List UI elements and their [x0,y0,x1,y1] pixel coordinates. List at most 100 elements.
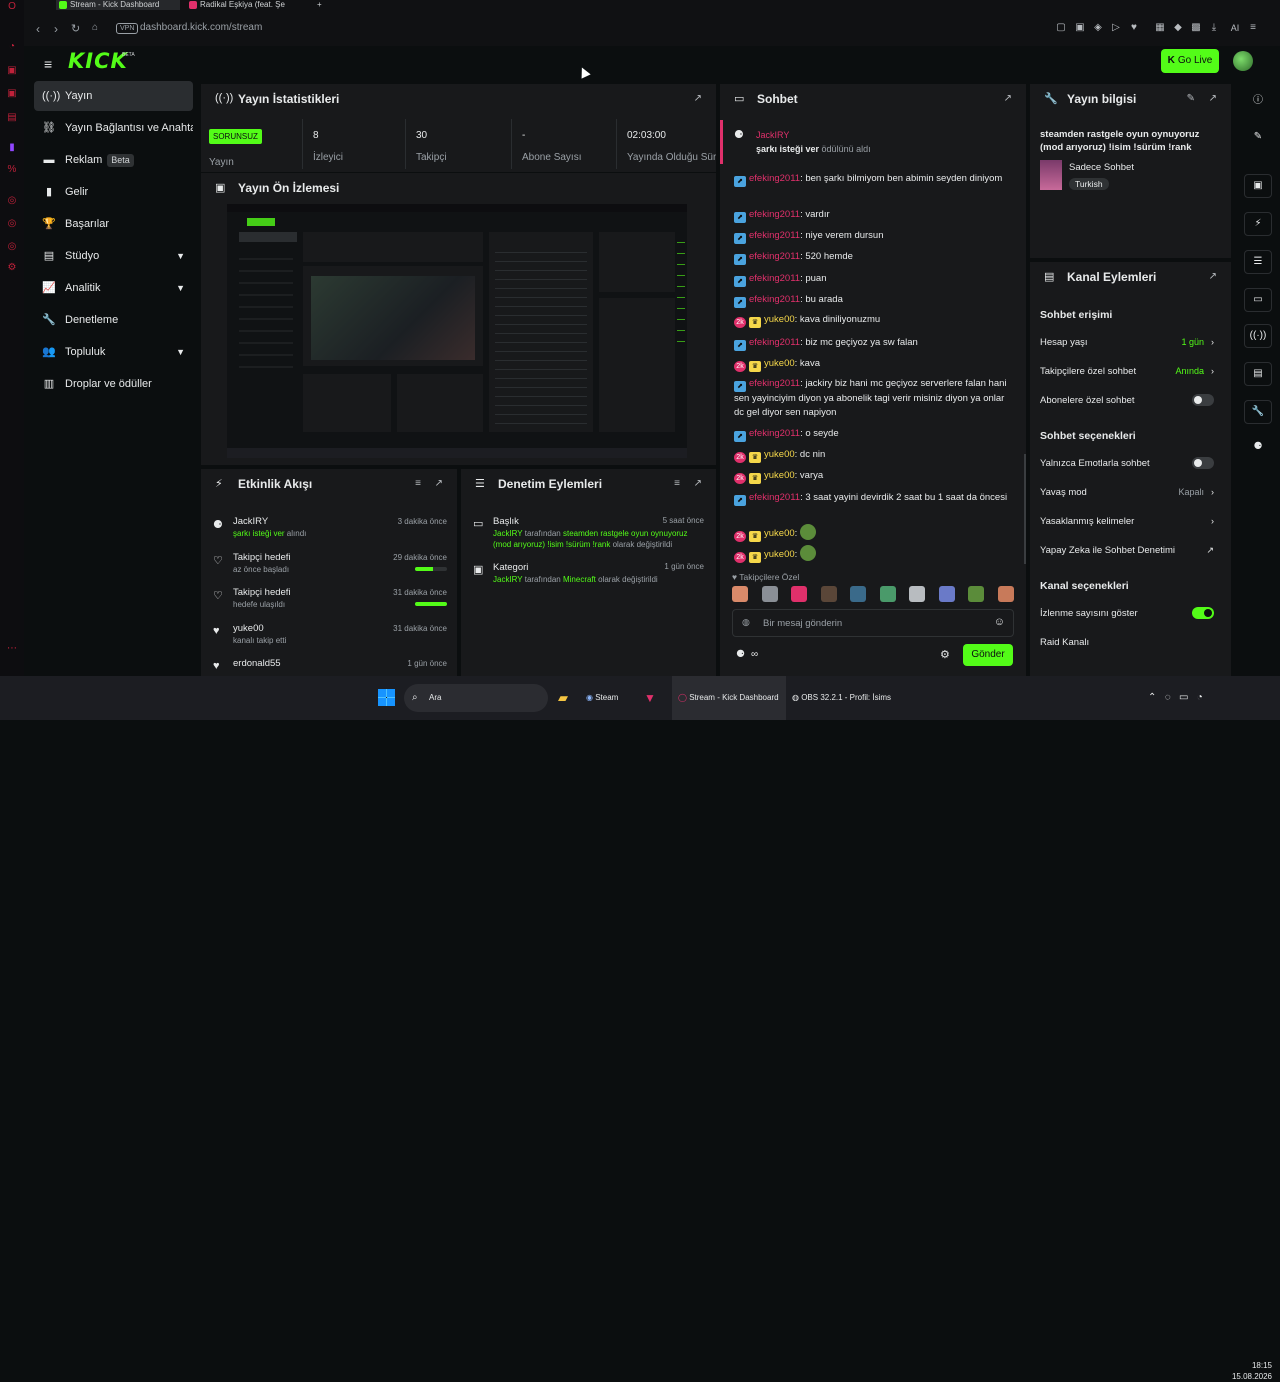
sidebar-item-6[interactable]: 📈 Analitik ▼ [34,273,193,303]
chat-message[interactable]: ⬈ efeking2011: vardır [734,208,1014,223]
chat-user-avatar[interactable] [791,586,807,602]
activity-row[interactable]: ♥ erdonald55 1 gün önce [201,658,457,676]
info-icon[interactable]: ⓘ [1244,90,1272,114]
clock[interactable]: 18:15 15.08.2026 [1220,1360,1272,1382]
chat-message[interactable]: ⬈ efeking2011: 520 hemde [734,250,1014,265]
more-icon[interactable]: ⋯ [7,644,17,654]
sidebar-item-3[interactable]: ▮ Gelir [34,177,193,207]
banned-words-setting[interactable]: Yasaklanmış kelimeler › [1040,516,1220,536]
chat-user-avatar[interactable] [850,586,866,602]
vpn-badge[interactable]: VPN [116,23,139,34]
subs-chat-setting[interactable]: Abonelere özel sohbet [1040,394,1220,415]
menu-icon[interactable]: ≡ [1248,23,1258,33]
extension-icon[interactable]: ◆ [1173,23,1183,33]
chat-input[interactable]: ◍ Bir mesaj gönderin ☺ [732,609,1014,637]
chat-message[interactable]: ⬈ efeking2011: biz mc geçiyoz ya sw falan [734,336,1014,351]
forward-icon[interactable]: › [54,22,58,36]
chat-message[interactable]: 2k ♛ yuke00: varya [734,469,1014,484]
chat-username[interactable]: efeking2011 [749,209,800,220]
chevron-down-icon[interactable]: ▼ [176,241,185,271]
chat-user-avatar[interactable] [761,586,778,602]
chat-user-avatar[interactable] [938,586,955,602]
account-age-setting[interactable]: Hesap yaşı 1 gün › [1040,337,1220,357]
chat-message[interactable]: ⬈ efeking2011: bu arada [734,293,1014,308]
chat-username[interactable]: yuke00 [764,358,795,369]
popout-icon[interactable]: ↗ [1004,93,1012,104]
chevron-down-icon[interactable]: ▼ [176,337,185,367]
stream-icon[interactable]: ((·)) [1244,324,1272,348]
list-icon[interactable]: ☰ [1244,250,1272,274]
extension-icon[interactable]: ▩ [1191,23,1201,33]
chat-username[interactable]: yuke00 [764,449,795,460]
snapshot-icon[interactable]: ▢ [1056,23,1066,33]
chat-message[interactable]: ⬈ efeking2011: puan [734,272,1014,287]
chat-settings-icon[interactable]: ⚙ [940,648,950,661]
sidebar-shortcut-icon[interactable]: ▣ [7,66,17,76]
pinned-user[interactable]: JackIRY [756,130,789,140]
popout-icon[interactable]: ↗ [1209,93,1217,104]
download-icon[interactable]: ⤓ [1209,23,1219,33]
sidebar-item-5[interactable]: ▤ Stüdyo ▼ [34,241,193,271]
windows-start-icon[interactable] [378,676,396,720]
sidebar-shortcut-icon[interactable]: ◎ [7,219,17,229]
chat-user-avatar[interactable] [732,586,748,602]
chat-message[interactable]: ⬈ efeking2011: ben şarkı bilmiyom ben abi… [734,172,1014,187]
sidebar-item-8[interactable]: 👥 Topluluk ▼ [34,337,193,367]
chat-username[interactable]: efeking2011 [749,251,800,262]
filter-icon[interactable]: ≡ [415,478,421,489]
channel-icon[interactable]: ▤ [1244,362,1272,386]
emote-only-toggle[interactable] [1192,457,1214,469]
avatar[interactable] [1233,51,1253,71]
edit-icon[interactable]: ✎ [1187,93,1195,104]
home-icon[interactable]: ⌂ [92,22,98,33]
aria-icon[interactable]: AI [1227,23,1243,33]
back-icon[interactable]: ‹ [36,22,40,36]
reward-icon[interactable]: ⚈ [1244,436,1272,460]
popout-icon[interactable]: ↗ [1209,271,1217,282]
heart-icon[interactable]: ♥ [1129,23,1139,33]
chat-username[interactable]: efeking2011 [749,378,800,389]
followers-chat-setting[interactable]: Takipçilere özel sohbet Anında › [1040,366,1220,386]
sidebar-item-1[interactable]: ⛓ Yayın Bağlantısı ve Anahtarı [34,113,193,143]
go-live-button[interactable]: K Go Live [1161,49,1219,73]
new-tab-button[interactable]: + [314,0,328,10]
raid-channel-setting[interactable]: Raid Kanalı [1040,637,1220,657]
chat-message[interactable]: ⬈ efeking2011: jackiry biz hani mc geçiyo… [734,377,1014,420]
sidebar-shortcut-icon[interactable]: ▣ [7,89,17,99]
chat-user-avatar[interactable] [879,586,896,602]
reload-icon[interactable]: ↻ [71,22,80,35]
chat-message[interactable]: 2k ♛ yuke00: kava [734,357,1014,372]
preview-tool-icon[interactable]: ▣ [1244,174,1272,198]
taskbar-kick-window[interactable]: ◯ Stream - Kick Dashboard [672,676,786,720]
emote-only-setting[interactable]: Yalnızca Emotlarla sohbet [1040,457,1220,478]
chat-message[interactable]: 2k ♛ yuke00: [734,524,1014,542]
wrench-icon[interactable]: 🔧 [1244,400,1272,424]
taskbar-steam[interactable]: ◉ Steam [586,676,630,720]
chat-username[interactable]: efeking2011 [749,337,800,348]
edit-icon[interactable]: ✎ [1244,126,1272,150]
chat-icon[interactable]: ▭ [1244,288,1272,312]
browser-tab[interactable]: Stream - Kick Dashboard [56,0,180,10]
sidebar-item-7[interactable]: 🔧 Denetleme [34,305,193,335]
chat-username[interactable]: efeking2011 [749,230,800,241]
emoji-icon[interactable]: ☺ [994,616,1005,628]
sidebar-shortcut-icon[interactable]: ◔ [7,42,17,52]
url-field[interactable]: dashboard.kick.com/stream [140,22,262,33]
category-name[interactable]: Sadece Sohbet [1069,162,1134,173]
chat-username[interactable]: efeking2011 [749,492,800,503]
viewer-count-setting[interactable]: İzlenme sayısını göster [1040,607,1220,628]
chat-message[interactable]: 2k ♛ yuke00: [734,545,1014,563]
chat-message[interactable]: 2k ♛ yuke00: dc nin [734,448,1014,463]
chat-scrollbar[interactable] [1024,454,1026,564]
chat-message[interactable]: ⬈ efeking2011: 3 saat yayini devirdik 2 s… [734,491,1014,506]
filter-icon[interactable]: ≡ [674,478,680,489]
chat-message[interactable]: ⬈ efeking2011: niye verem dursun [734,229,1014,244]
slow-mode-setting[interactable]: Yavaş mod Kapalı › [1040,487,1220,507]
activity-row[interactable]: ♥ yuke00 kanalı takip etti 31 dakika önce [201,623,457,657]
shield-icon[interactable]: ◈ [1093,23,1103,33]
activity-row[interactable]: ⚈ JackIRY şarkı isteği ver alındı 3 dakika … [201,516,457,550]
chat-user-avatar[interactable] [909,586,925,602]
chat-message[interactable]: ⬈ efeking2011: o seyde [734,427,1014,442]
hamburger-menu-icon[interactable]: ≡ [44,56,52,72]
chat-username[interactable]: efeking2011 [749,428,800,439]
